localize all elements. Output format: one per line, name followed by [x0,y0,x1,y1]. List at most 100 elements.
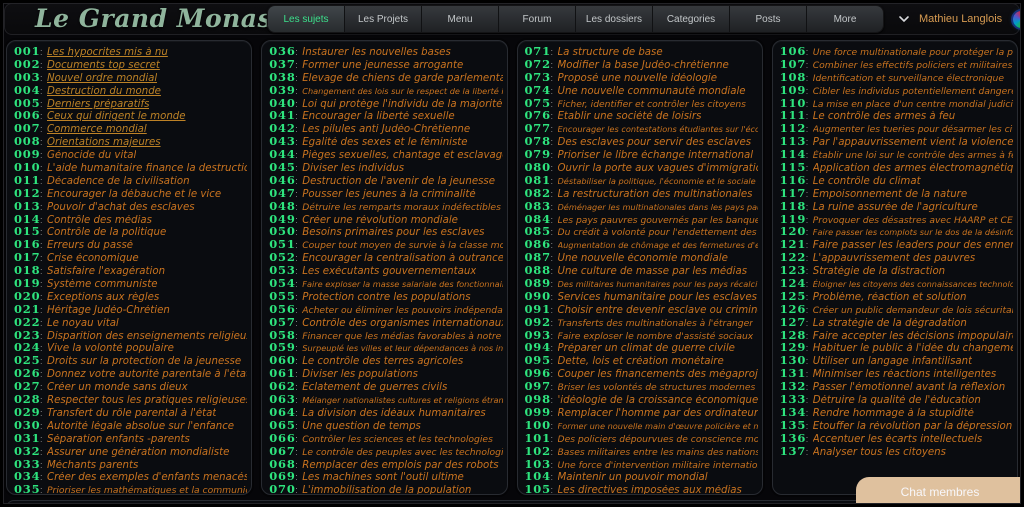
item-link[interactable]: Une nouvelle économie mondiale [558,253,728,264]
item-link[interactable]: Application des armes électromagnétiques [813,163,1013,174]
item-link[interactable]: Élevage de chiens de garde parlementaire [302,73,502,84]
item-link[interactable]: Du crédit à volonté pour l'endettement d… [558,227,758,238]
item-link[interactable]: Faire exploser la masse salariale des fo… [302,278,502,290]
item-link[interactable]: Bases militaires entre les mains des nat… [558,447,758,458]
item-link[interactable]: Les directives imposées aux médias [558,485,742,495]
item-link[interactable]: Le contrôle des terres agricoles [302,356,463,367]
item-link[interactable]: Instaurer les nouvelles bases [302,47,451,58]
item-link[interactable]: Exceptions aux règles [47,292,159,303]
item-link[interactable]: Services humanitaire pour les esclaves [558,292,757,303]
item-link[interactable]: Changement des lois sur le respect de la… [302,85,502,97]
item-link[interactable]: Augmentation de chômage et des fermeture… [558,239,758,251]
item-link[interactable]: Habituer le public à l'idée du changemen… [813,343,1013,354]
chat-members-button[interactable]: Chat membres [856,477,1024,507]
item-link[interactable]: La mise en place d'un centre mondial jud… [813,99,1013,110]
item-link[interactable]: Remplacer des emplois par des robots [302,460,498,471]
item-link[interactable]: La stratégie de la dégradation [813,318,967,329]
item-link[interactable]: Le contrôle des peuples avec les technol… [302,447,502,458]
item-link[interactable]: Étouffer la révolution par la dépression [813,421,1012,432]
item-link[interactable]: Accentuer les écarts intellectuels [813,434,982,445]
item-link[interactable]: Pouvoir d'achat des esclaves [47,202,195,213]
tab-posts[interactable]: Posts [730,6,807,32]
item-link[interactable]: Méchants parents [47,460,138,471]
item-link[interactable]: Proposé une nouvelle idéologie [558,73,718,84]
item-link[interactable]: Modifier la base Judéo-chrétienne [558,60,729,71]
item-link[interactable]: Respecter tous les pratiques religieuses [47,395,247,406]
item-link[interactable]: Besoins primaires pour les esclaves [302,227,484,238]
item-link[interactable]: Destruction de l'avenir de la jeunesse [302,176,495,187]
item-link[interactable]: Satisfaire l'exagération [47,266,165,277]
item-link[interactable]: Couper les financements des mégaprojets [558,369,758,380]
item-link[interactable]: Des esclaves pour servir des esclaves [558,137,752,148]
item-link[interactable]: Nouvel ordre mondial [47,73,157,84]
item-link[interactable]: Erreurs du passé [47,240,133,251]
item-link[interactable]: La restructuration des multinationales [558,189,753,200]
item-link[interactable]: Orientations majeures [47,137,161,148]
tab-les-dossiers[interactable]: Les dossiers [576,6,653,32]
item-link[interactable]: Encourager la centralisation à outrance [302,253,502,264]
item-link[interactable]: Diviser les populations [302,369,418,380]
item-link[interactable]: 'idéologie de la croissance économique [558,395,758,406]
item-link[interactable]: Détruire la qualité de l'éducation [813,395,981,406]
item-link[interactable]: Établir une loi sur le contrôle des arme… [813,150,1013,161]
item-link[interactable]: Génocide du vital [47,150,136,161]
item-link[interactable]: Encourager la débauche et le vice [47,189,221,200]
item-link[interactable]: Les pilules anti Judéo-Chrétienne [302,124,470,135]
item-link[interactable]: Encourager les contestations étudiantes … [558,123,758,135]
chevron-down-icon[interactable] [898,14,910,24]
item-link[interactable]: Cibler les individus potentiellement dan… [813,86,1013,97]
item-link[interactable]: Faire exploser le nombre d'assisté socia… [558,331,754,342]
item-link[interactable]: Éclatement de guerres civils [302,382,447,393]
item-link[interactable]: Contrôle de la politique [47,227,166,238]
item-link[interactable]: Une force multinationale pour protéger l… [813,47,1013,58]
site-logo[interactable]: Le Grand Monast [13,4,267,34]
item-link[interactable]: Héritage Judéo-Chrétien [47,305,170,316]
item-link[interactable]: Le contrôle des armes à feu [813,111,955,122]
item-link[interactable]: Pièges sexuelles, chantage et esclavage [302,150,502,161]
tab-categories[interactable]: Categories [653,6,730,32]
item-link[interactable]: Mélanger nationalistes cultures et relig… [302,394,502,406]
item-link[interactable]: Créer un monde sans dieux [47,382,188,393]
item-link[interactable]: Destruction du monde [47,86,161,97]
item-link[interactable]: Crise économique [47,253,139,264]
item-link[interactable]: Des policiers dépourvues de conscience m… [558,434,758,445]
item-link[interactable]: Utiliser un langage infantilisant [813,356,972,367]
item-link[interactable]: Assurer une génération mondialiste [47,447,229,458]
item-link[interactable]: Transferts des multinationales à l'étran… [558,318,754,329]
item-link[interactable]: Le noyau vital [47,318,119,329]
item-link[interactable]: La ruine assurée de l'agriculture [813,202,978,213]
item-link[interactable]: Stratégie de la distraction [813,266,945,277]
item-link[interactable]: Protection contre les populations [302,292,470,303]
item-link[interactable]: Passer l'émotionnel avant la réflexion [813,382,1005,393]
item-link[interactable]: Remplacer l'homme par des ordinateurs [558,408,758,419]
item-link[interactable]: Droits sur la protection de la jeunesse [47,356,241,367]
item-link[interactable]: Provoquer des désastres avec HAARP et CE… [813,215,1013,226]
item-link[interactable]: Rendre hommage à la stupidité [813,408,974,419]
item-link[interactable]: Les machines sont l'outil ultime [302,472,464,483]
item-link[interactable]: Prioriser les mathématiques et la commun… [47,485,247,495]
tab-les-sujets[interactable]: Les sujets [268,6,345,32]
item-link[interactable]: Une culture de masse par les médias [558,266,748,277]
item-link[interactable]: Encourager la liberté sexuelle [302,111,454,122]
item-link[interactable]: Former une jeunesse arrogante [302,60,463,71]
item-link[interactable]: Faire passer les complots sur le dos de … [813,226,1013,238]
item-link[interactable]: Ouvrir la porte aux vagues d'immigration… [558,163,758,174]
item-link[interactable]: Le contrôle du climat [813,176,921,187]
item-link[interactable]: Choisir entre devenir esclave ou crimine… [558,305,758,316]
item-link[interactable]: Par l'appauvrissement vient la violence [813,137,1013,148]
item-link[interactable]: Commerce mondial [47,124,147,135]
item-link[interactable]: La division des idéaux humanitaires [302,408,485,419]
item-link[interactable]: Égalité des sexes et le féministe [302,137,467,148]
item-link[interactable]: Maintenir un pouvoir mondial [558,472,708,483]
item-link[interactable]: Une question de temps [302,421,421,432]
item-link[interactable]: Diviser les individus [302,163,404,174]
item-link[interactable]: Dette, lois et création monétaire [558,356,724,367]
item-link[interactable]: Financer que les médias favorables à not… [302,331,502,342]
tab-menu[interactable]: Menu [422,6,499,32]
item-link[interactable]: Combiner les effectifs policiers et mili… [813,60,1013,71]
item-link[interactable]: Système communiste [47,279,158,290]
item-link[interactable]: Augmenter les tueries pour désarmer les … [813,124,1013,135]
user-name[interactable]: Mathieu Langlois [919,13,1002,25]
item-link[interactable]: L'aide humanitaire finance la destructio… [47,163,247,174]
item-link[interactable]: Contrôle des organismes internationaux [302,318,502,329]
